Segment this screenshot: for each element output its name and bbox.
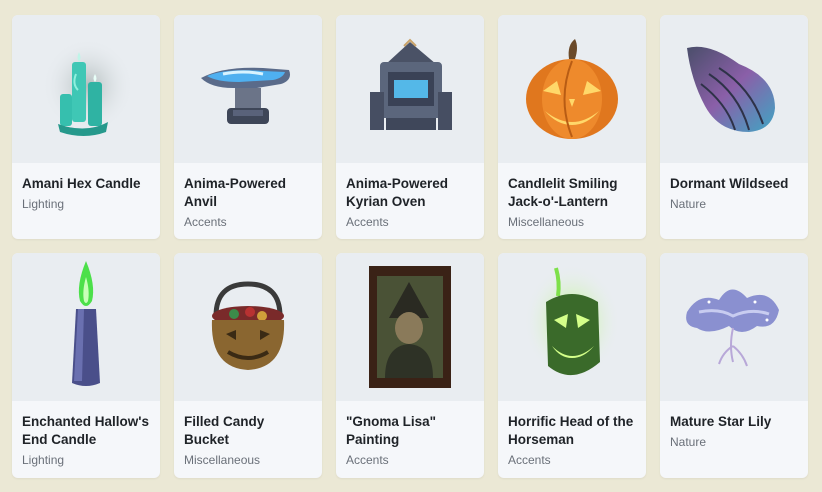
item-card[interactable]: Enchanted Hallow's End Candle Lighting <box>12 253 160 478</box>
item-name: Amani Hex Candle <box>22 176 141 191</box>
item-name: Anima-Powered Kyrian Oven <box>346 176 449 209</box>
item-name: Mature Star Lily <box>670 414 772 429</box>
item-name: Horrific Head of the Horseman <box>508 414 634 447</box>
painting-icon <box>369 266 451 388</box>
item-category: Accents <box>346 215 389 229</box>
item-category: Accents <box>346 453 389 467</box>
item-name: Filled Candy Bucket <box>184 414 265 447</box>
candy-bucket-icon <box>211 281 285 370</box>
item-thumbnail <box>660 15 808 163</box>
item-thumbnail <box>174 253 322 401</box>
item-name: "Gnoma Lisa" Painting <box>346 414 437 447</box>
item-card[interactable]: Amani Hex Candle Lighting <box>12 15 160 239</box>
item-name: Candlelit Smiling Jack-o'-Lantern <box>508 176 618 209</box>
item-card[interactable]: Horrific Head of the Horseman Accents <box>498 253 646 478</box>
item-name: Enchanted Hallow's End Candle <box>22 414 149 447</box>
item-card[interactable]: Anima-Powered Kyrian Oven Accents <box>336 15 484 239</box>
item-category: Lighting <box>22 197 65 211</box>
teal-candles-icon <box>42 38 134 136</box>
item-category: Accents <box>184 215 227 229</box>
star-lily-icon <box>686 289 779 367</box>
item-category: Nature <box>670 435 707 449</box>
item-category: Lighting <box>22 453 65 467</box>
item-thumbnail <box>336 15 484 163</box>
horseman-head-icon <box>524 264 620 380</box>
item-card[interactable]: "Gnoma Lisa" Painting Accents <box>336 253 484 478</box>
item-thumbnail <box>498 253 646 401</box>
item-card[interactable]: Anima-Powered Anvil Accents <box>174 15 322 239</box>
item-thumbnail <box>12 253 160 401</box>
anvil-icon <box>201 67 290 124</box>
green-candle-icon <box>72 261 100 386</box>
item-grid: Amani Hex Candle Lighting Anima-Powered … <box>12 15 808 478</box>
item-category: Miscellaneous <box>184 453 261 467</box>
item-category: Nature <box>670 197 707 211</box>
item-name: Dormant Wildseed <box>670 176 789 191</box>
item-thumbnail <box>498 15 646 163</box>
item-card[interactable]: Candlelit Smiling Jack-o'-Lantern Miscel… <box>498 15 646 239</box>
jack-o-lantern-icon <box>526 39 618 139</box>
wildseed-icon <box>687 46 775 132</box>
item-thumbnail <box>660 253 808 401</box>
item-thumbnail <box>12 15 160 163</box>
item-card[interactable]: Filled Candy Bucket Miscellaneous <box>174 253 322 478</box>
item-category: Accents <box>508 453 551 467</box>
item-category: Miscellaneous <box>508 215 585 229</box>
oven-icon <box>370 38 452 130</box>
item-card[interactable]: Dormant Wildseed Nature <box>660 15 808 239</box>
item-name: Anima-Powered Anvil <box>184 176 287 209</box>
item-thumbnail <box>174 15 322 163</box>
item-thumbnail <box>336 253 484 401</box>
item-card[interactable]: Mature Star Lily Nature <box>660 253 808 478</box>
